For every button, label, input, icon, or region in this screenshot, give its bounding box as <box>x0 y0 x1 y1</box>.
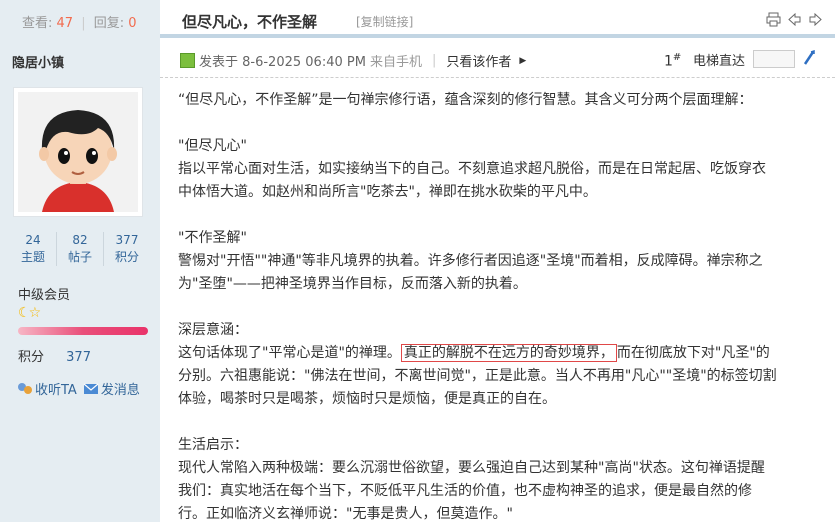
post-area: 但尽凡心，不作圣解 [复制链接] 发表于 8-6-2025 06:40 PM 来… <box>160 0 835 522</box>
only-author-link[interactable]: 只看该作者 <box>446 51 511 70</box>
paragraph-line: 行。正如临济义玄禅师说："无事是贵人，但莫造作。" <box>178 506 513 522</box>
paragraph-line: 现代人常陷入两种极端：要么沉溺世俗欲望，要么强迫自己达到某种"高尚"状态。这句禅… <box>178 460 765 476</box>
score-value: 377 <box>66 350 91 365</box>
paragraph-line: 体验，喝茶时只是喝茶，烦恼时只是烦恼，便是真正的自在。 <box>178 391 556 407</box>
moon-icon: ☾ <box>18 305 30 321</box>
stat-label: 帖子 <box>67 250 92 264</box>
paragraph-line: 指以平常心面对生活，如实接纳当下的自己。不刻意追求超凡脱俗，而是在日常起居、吃饭… <box>178 161 766 177</box>
author-stats: 24 主题 82 帖子 377 积分 <box>10 232 150 266</box>
caret-right-icon: ▶ <box>519 55 527 66</box>
paragraph-line: 这句话体现了"平常心是道"的禅理。 真正的解脱不在远方的奇妙境界， 而在彻底放下对"… <box>178 342 818 365</box>
author-name[interactable]: 隐居小镇 <box>12 52 64 71</box>
views-count: 47 <box>56 16 74 31</box>
copy-link[interactable]: [复制链接] <box>356 13 413 30</box>
post-info: 发表于 8-6-2025 06:40 PM 来自手机 | 只看该作者 ▶ <box>180 51 526 70</box>
post-meta-bar: 发表于 8-6-2025 06:40 PM 来自手机 | 只看该作者 ▶ 1# … <box>160 38 835 78</box>
elevator-input[interactable] <box>753 50 795 68</box>
author-actions: 收听TA 发消息 <box>17 379 140 398</box>
listen-icon <box>18 382 32 394</box>
stat-label: 主题 <box>20 250 45 264</box>
stat-posts[interactable]: 82 帖子 <box>56 232 103 266</box>
stat-points[interactable]: 377 积分 <box>103 232 150 266</box>
section-title: "但尽凡心" <box>178 138 247 154</box>
thread-header: 但尽凡心，不作圣解 [复制链接] <box>160 0 835 38</box>
paragraph-line: 我们：真实地活在每个当下，不贬低平凡生活的价值，也不虚构神圣的追求，便是最自然的… <box>178 483 752 499</box>
star-icon: ☆ <box>28 305 41 321</box>
next-thread-icon[interactable] <box>808 12 823 27</box>
paragraph-line: 中体悟大道。如赵州和尚所言"吃茶去"，禅即在挑水砍柴的平凡中。 <box>178 184 597 200</box>
paragraph-line: 警惕对"开悟""神通"等非凡境界的执着。许多修行者因追逐"圣境"而着相，反成障碍… <box>178 253 763 269</box>
views-label: 查看: <box>22 16 53 31</box>
thread-title: 但尽凡心，不作圣解 <box>182 13 318 31</box>
thread-tools <box>766 12 823 27</box>
stat-label: 积分 <box>114 250 139 264</box>
print-icon[interactable] <box>766 12 781 27</box>
section-title: 生活启示： <box>178 437 248 453</box>
thread-stats: 查看: 47 | 回复: 0 <box>0 0 160 38</box>
avatar-image <box>18 92 138 212</box>
author-sidebar: 查看: 47 | 回复: 0 隐居小镇 24 主题 82 帖子 377 积分 中… <box>0 0 160 522</box>
section-title: 深层意涵： <box>178 322 248 338</box>
stat-value: 24 <box>25 233 41 247</box>
listen-link[interactable]: 收听TA <box>35 379 77 398</box>
post-content: “但尽凡心，不作圣解”是一句禅宗修行语，蕴含深刻的修行智慧。其含义可分两个层面理… <box>178 89 818 522</box>
avatar[interactable] <box>13 87 143 217</box>
online-status-icon <box>180 53 195 68</box>
elevator-label: 电梯直达 <box>693 54 746 69</box>
paragraph-line: 为"圣堕"——把神圣境界当作目标，反而落入新的执着。 <box>178 276 527 292</box>
replies-count: 0 <box>128 16 137 31</box>
floor-number[interactable]: 1# <box>664 52 681 70</box>
paragraph-line: 分别。六祖惠能说："佛法在世间，不离世间觉"，正是此意。当人不再用"凡心""圣境… <box>178 368 777 384</box>
elevator-go-icon[interactable] <box>802 50 816 66</box>
meta-divider: | <box>431 53 437 68</box>
stat-value: 82 <box>72 233 88 247</box>
replies-label: 回复: <box>93 16 125 31</box>
stats-divider: | <box>81 16 86 31</box>
score-label: 积分 <box>18 350 45 365</box>
post-time: 发表于 8-6-2025 06:40 PM <box>199 55 366 70</box>
post-source: 来自手机 <box>369 55 422 70</box>
highlighted-text: 真正的解脱不在远方的奇妙境界， <box>400 344 617 362</box>
section-title: "不作圣解" <box>178 230 247 246</box>
paragraph-text: 这句话体现了"平常心是道"的禅理。 <box>178 345 401 361</box>
message-link[interactable]: 发消息 <box>101 379 140 398</box>
level-progress-bar <box>18 327 148 335</box>
intro-line: “但尽凡心，不作圣解”是一句禅宗修行语，蕴含深刻的修行智慧。其含义可分两个层面理… <box>178 92 753 108</box>
stat-topics[interactable]: 24 主题 <box>10 232 56 266</box>
prev-thread-icon[interactable] <box>787 12 802 27</box>
member-level[interactable]: 中级会员 <box>18 284 70 303</box>
mail-icon <box>83 383 99 394</box>
paragraph-text: 而在彻底放下对"凡圣"的 <box>616 345 770 361</box>
floor-value: 1 <box>664 53 673 70</box>
floor-mark: # <box>672 52 682 63</box>
stat-value: 377 <box>115 233 139 247</box>
score-row: 积分 377 <box>18 346 91 365</box>
level-icons: ☾☆ <box>18 305 41 321</box>
